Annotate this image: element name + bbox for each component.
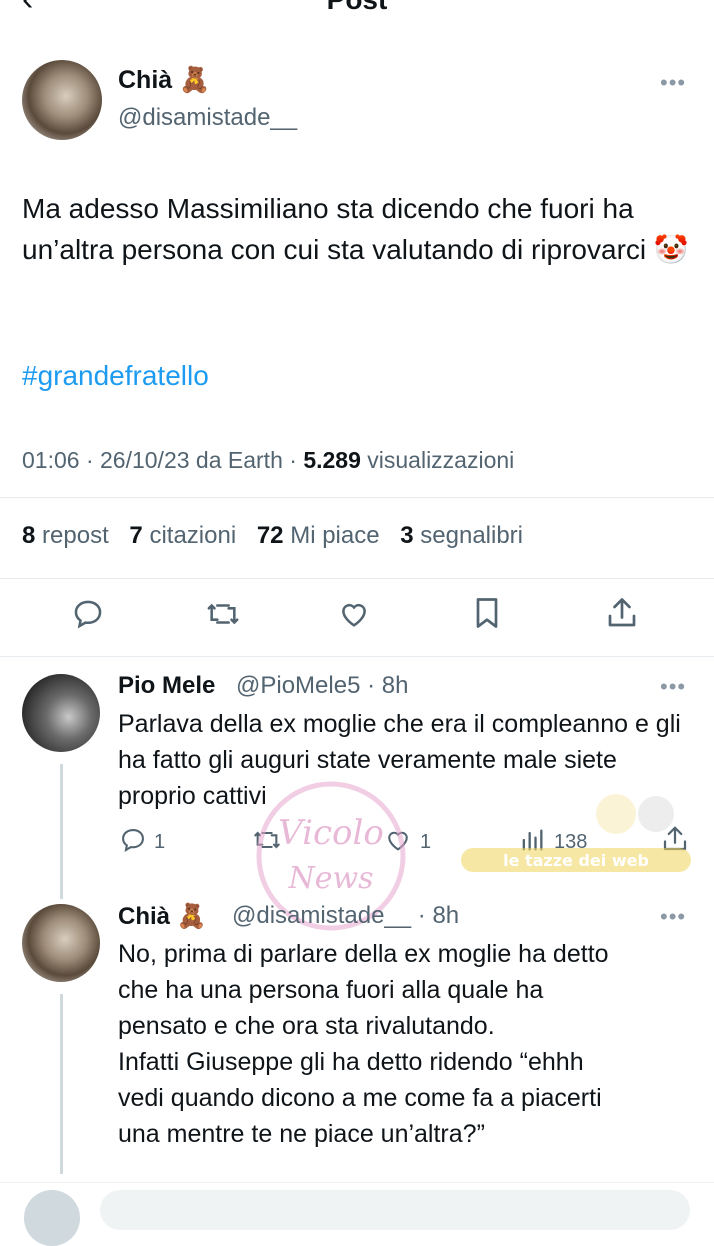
- likes-stat[interactable]: 72 Mi piace: [257, 522, 380, 549]
- reply-text-line: vedi quando dicono a me come fa a piacer…: [118, 1084, 602, 1112]
- repost-icon[interactable]: [203, 597, 243, 631]
- avatar[interactable]: [22, 60, 102, 140]
- watermark-script-2: News: [287, 861, 373, 896]
- like-icon[interactable]: [336, 597, 372, 631]
- watermark-ribbon-text: le tazze dei web: [503, 851, 649, 870]
- reply-author-name[interactable]: Pio Mele: [118, 672, 215, 700]
- more-options-icon[interactable]: •••: [660, 904, 686, 930]
- divider: [0, 497, 714, 498]
- reposts-count: 8: [22, 522, 36, 549]
- tweet-timestamp: 01:06 · 26/10/23 da Earth ·: [22, 447, 304, 473]
- reply-author-name[interactable]: Chià 🧸: [118, 902, 207, 931]
- tweet-text: Ma adesso Massimiliano sta dicendo che f…: [22, 193, 689, 265]
- divider: [0, 578, 714, 579]
- engagement-stats: 8 repost 7 citazioni 72 Mi piace 3 segna…: [22, 522, 523, 550]
- reply-icon[interactable]: [70, 597, 106, 631]
- reply-author-handle[interactable]: @PioMele5 · 8h: [236, 672, 408, 700]
- reply-icon[interactable]: [118, 826, 148, 854]
- reply-text-line: No, prima di parlare della ex moglie ha …: [118, 940, 609, 968]
- avatar[interactable]: [22, 674, 100, 752]
- reply-input[interactable]: [100, 1190, 690, 1230]
- reply-text: No, prima di parlare della ex moglie ha …: [118, 936, 698, 1152]
- author-name[interactable]: Chià 🧸: [118, 66, 210, 95]
- bookmarks-count: 3: [400, 522, 414, 549]
- reply-text-line: una mentre te ne piace un’altra?”: [118, 1120, 485, 1148]
- watermark-script: Vicolo: [278, 813, 384, 853]
- more-options-icon[interactable]: •••: [660, 674, 686, 700]
- bookmarks-stat[interactable]: 3 segnalibri: [400, 522, 523, 549]
- thread-line: [60, 764, 63, 899]
- likes-label: Mi piace: [290, 522, 380, 549]
- views-count: 5.289: [303, 447, 361, 473]
- quotes-count: 7: [129, 522, 143, 549]
- avatar: [24, 1190, 80, 1246]
- tweet-meta: 01:06 · 26/10/23 da Earth · 5.289 visual…: [22, 447, 514, 474]
- page-title: Post: [0, 0, 714, 14]
- reposts-label: repost: [42, 522, 109, 549]
- reply-count: 1: [154, 831, 166, 853]
- quotes-stat[interactable]: 7 citazioni: [129, 522, 236, 549]
- top-header: ‹ Post: [0, 0, 714, 14]
- thread-line: [60, 994, 63, 1174]
- bookmarks-label: segnalibri: [420, 522, 524, 549]
- divider: [0, 656, 714, 657]
- share-icon[interactable]: [604, 595, 640, 631]
- quotes-label: citazioni: [149, 522, 237, 549]
- reposts-stat[interactable]: 8 repost: [22, 522, 109, 549]
- author-handle[interactable]: @disamistade__: [118, 104, 297, 132]
- likes-count: 72: [256, 522, 284, 549]
- reply-author-handle[interactable]: @disamistade__ · 8h: [232, 902, 459, 930]
- hashtag-link[interactable]: #grandefratello: [22, 360, 209, 392]
- reply-text-line: che ha una persona fuori alla quale ha: [118, 976, 544, 1004]
- reply-text-line: pensato e che ora sta rivalutando.: [118, 1012, 495, 1040]
- bookmark-icon[interactable]: [471, 595, 503, 631]
- views-label: visualizzazioni: [360, 447, 515, 473]
- more-options-icon[interactable]: •••: [660, 70, 686, 96]
- avatar[interactable]: [22, 904, 100, 982]
- reply-text-line: Infatti Giuseppe gli ha detto ridendo “e…: [118, 1048, 584, 1076]
